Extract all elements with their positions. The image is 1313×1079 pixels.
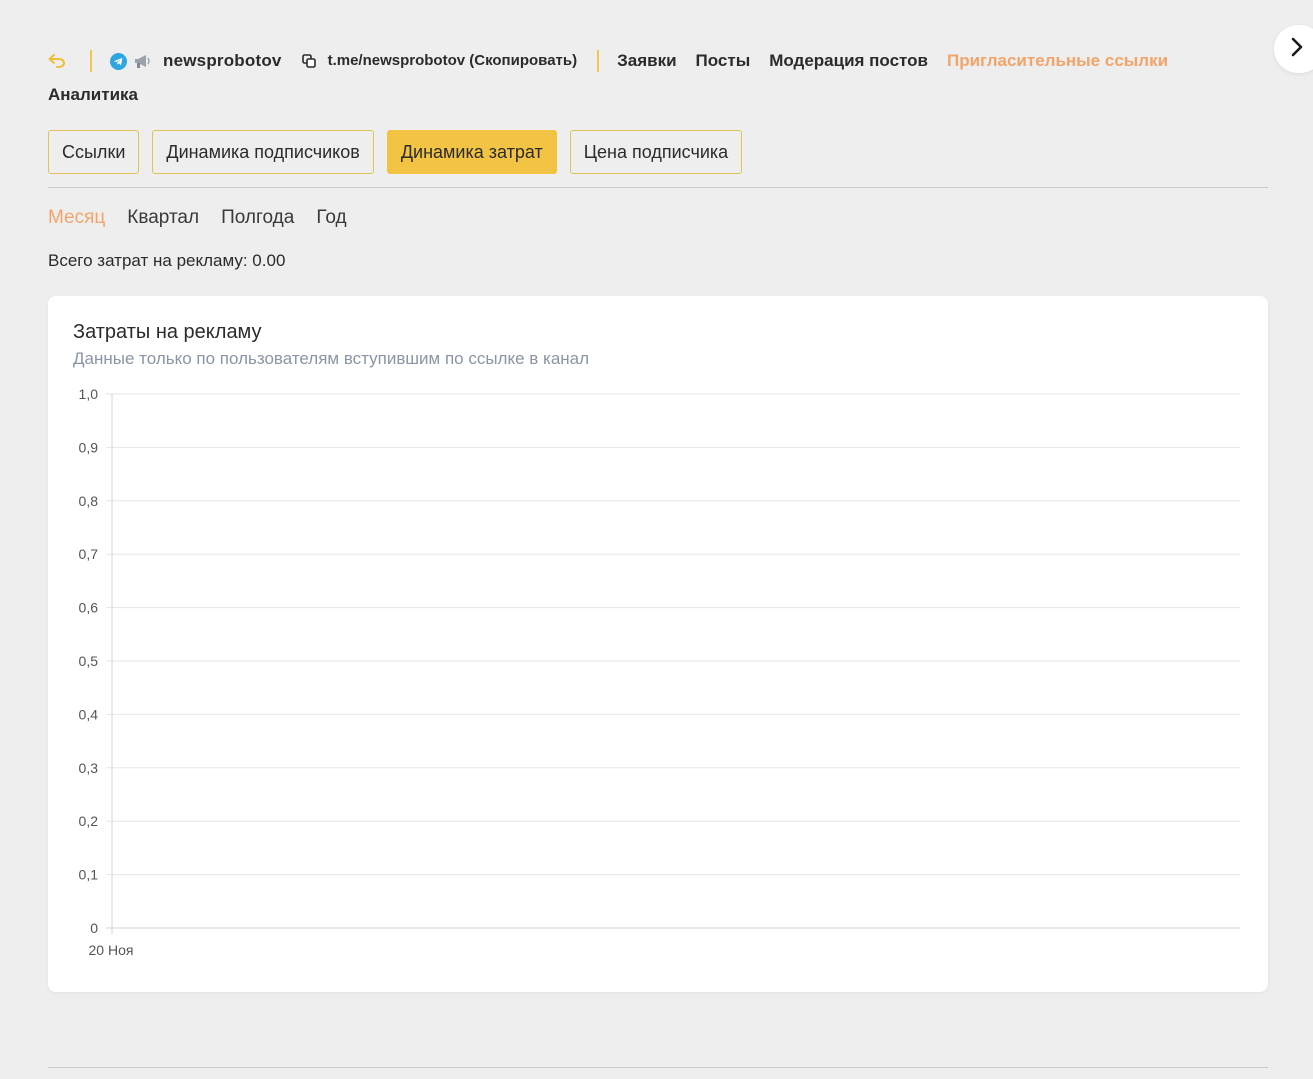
y-tick-label: 0,1	[79, 867, 99, 883]
y-tick-label: 0,5	[79, 653, 99, 669]
period-half-year[interactable]: Полгода	[221, 206, 294, 230]
channel-link-copy[interactable]: t.me/newsprobotov (Скопировать)	[328, 44, 578, 78]
nav-item-post-moderation[interactable]: Модерация постов	[769, 44, 928, 78]
cost-chart: 0 0,1 0,2 0,3 0,4 0,5 0,6 0,7 0,8 0,9 1,0 20 Ноя	[79, 386, 1240, 958]
period-quarter[interactable]: Квартал	[127, 206, 199, 230]
analytics-tabs: Ссылки Динамика подписчиков Динамика зат…	[48, 130, 743, 174]
period-month[interactable]: Месяц	[48, 206, 105, 230]
chevron-right-icon	[1290, 37, 1304, 62]
chart-card: Затраты на рекламу Данные только по поль…	[48, 296, 1268, 992]
nav-item-analytics[interactable]: Аналитика	[48, 78, 138, 112]
next-button[interactable]	[1274, 25, 1313, 73]
y-tick-label: 0,9	[79, 439, 99, 455]
nav-item-posts[interactable]: Посты	[696, 44, 751, 78]
telegram-icon	[110, 52, 127, 70]
y-tick-label: 0,3	[79, 760, 99, 776]
y-tick-label: 0,7	[79, 546, 99, 562]
y-tick-label: 0	[90, 920, 98, 936]
channel-name: newsprobotov	[163, 51, 282, 70]
y-tick-label: 0,8	[79, 493, 99, 509]
tab-cost-dynamics[interactable]: Динамика затрат	[386, 130, 557, 174]
header-nav-row: newsprobotov t.me/newsprobotov (Скопиров…	[48, 44, 1268, 78]
divider	[90, 50, 92, 72]
x-tick-label: 20 Ноя	[89, 942, 134, 958]
back-arrow-icon[interactable]	[48, 52, 66, 70]
y-tick-label: 1,0	[79, 386, 99, 402]
tab-subscriber-dynamics[interactable]: Динамика подписчиков	[152, 130, 374, 174]
y-tick-label: 0,2	[79, 813, 99, 829]
tab-subscriber-price[interactable]: Цена подписчика	[569, 130, 743, 174]
bottom-divider-line	[48, 1067, 1268, 1068]
copy-icon[interactable]	[301, 54, 316, 68]
divider-line	[48, 187, 1268, 188]
divider	[597, 50, 600, 72]
tab-links[interactable]: Ссылки	[48, 130, 140, 174]
total-ad-costs: Всего затрат на рекламу: 0.00	[48, 251, 286, 270]
nav-item-requests[interactable]: Заявки	[617, 44, 676, 78]
header-nav-row-2: Аналитика	[48, 78, 1268, 112]
y-tick-label: 0,4	[79, 706, 99, 722]
nav-item-invite-links[interactable]: Пригласительные ссылки	[947, 44, 1168, 78]
period-year[interactable]: Год	[316, 206, 346, 230]
header-nav: newsprobotov t.me/newsprobotov (Скопиров…	[48, 44, 1268, 112]
period-filters: Месяц Квартал Полгода Год	[48, 206, 347, 230]
y-tick-label: 0,6	[79, 600, 99, 616]
megaphone-icon	[133, 52, 153, 70]
